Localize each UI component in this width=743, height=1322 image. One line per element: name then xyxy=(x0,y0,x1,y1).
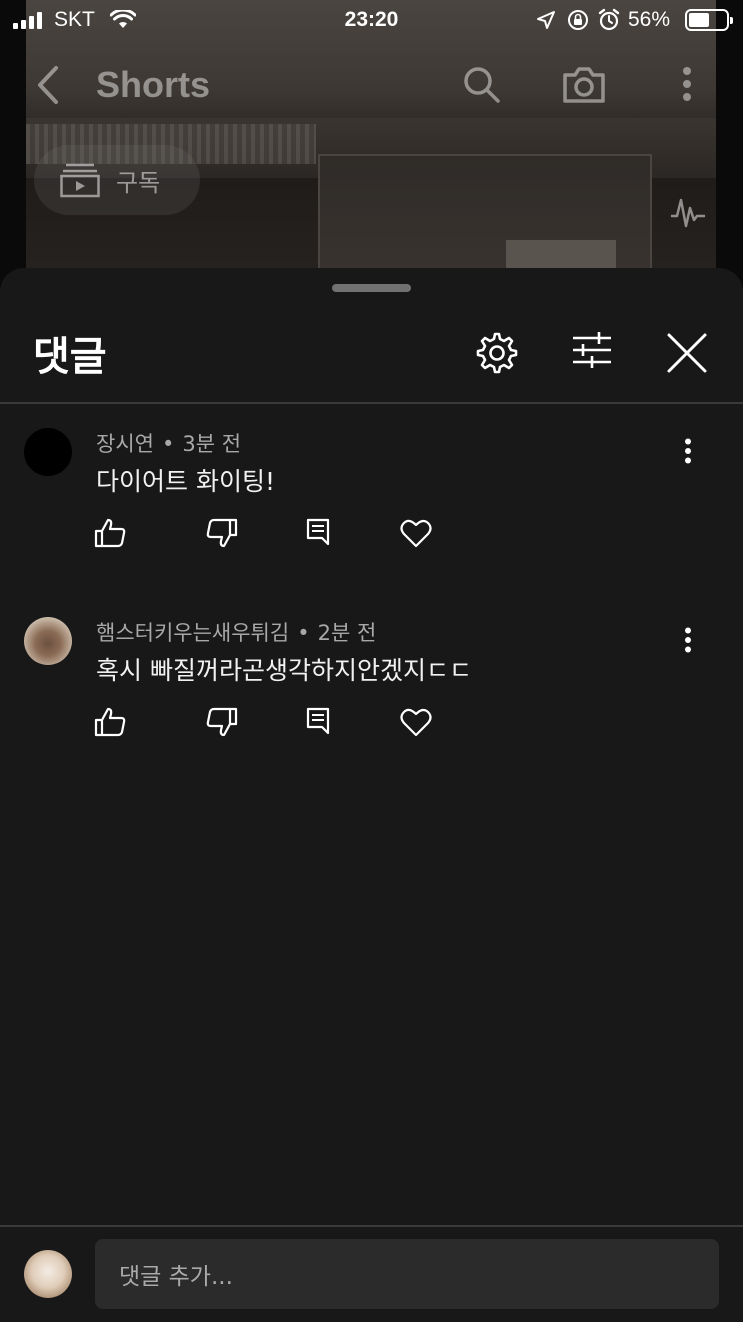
comment-meta: 햄스터키우는새우튀김 • 2분 전 xyxy=(96,621,377,645)
alarm-icon xyxy=(598,8,620,38)
back-chevron-icon[interactable] xyxy=(32,64,62,110)
drag-handle[interactable] xyxy=(332,284,411,292)
comment-more-icon[interactable] xyxy=(684,438,692,468)
battery-icon xyxy=(685,9,733,31)
heart-icon[interactable] xyxy=(400,518,432,552)
subscriptions-icon xyxy=(60,163,100,198)
comment-item: 햄스터키우는새우튀김 • 2분 전 혹시 빠질꺼라곤생각하지안겠지ㄷㄷ xyxy=(0,617,743,787)
subscribe-label: 구독 xyxy=(116,168,161,197)
reply-icon[interactable] xyxy=(306,518,330,550)
comment-item: 장시연 • 3분 전 다이어트 화이팅! xyxy=(0,428,743,598)
avatar[interactable] xyxy=(24,617,72,665)
video-title: Shorts xyxy=(96,64,211,105)
comment-text: 혹시 빠질꺼라곤생각하지안겠지ㄷㄷ xyxy=(96,656,472,685)
like-icon[interactable] xyxy=(94,518,126,552)
add-comment-input[interactable]: 댓글 추가... xyxy=(95,1239,719,1309)
comment-more-icon[interactable] xyxy=(684,627,692,657)
add-comment-placeholder: 댓글 추가... xyxy=(119,1264,233,1290)
comment-time: 2분 전 xyxy=(317,621,377,645)
battery-fill xyxy=(689,13,710,27)
more-vertical-icon[interactable] xyxy=(682,66,692,106)
camera-icon[interactable] xyxy=(561,65,607,109)
sort-filter-icon[interactable] xyxy=(570,330,614,374)
settings-gear-icon[interactable] xyxy=(474,330,520,380)
comment-time: 3분 전 xyxy=(182,432,242,456)
header-divider xyxy=(0,402,743,404)
comment-author[interactable]: 장시연 xyxy=(96,432,154,456)
sheet-title: 댓글 xyxy=(33,334,107,380)
heart-icon[interactable] xyxy=(400,707,432,741)
comment-text: 다이어트 화이팅! xyxy=(96,467,275,496)
comment-author[interactable]: 햄스터키우는새우튀김 xyxy=(96,621,289,645)
my-avatar xyxy=(24,1250,72,1298)
close-icon[interactable] xyxy=(666,332,708,378)
dislike-icon[interactable] xyxy=(206,707,238,741)
video-top-bar: Shorts xyxy=(0,56,743,116)
status-bar: SKT 23:20 56% xyxy=(0,0,743,42)
audio-pulse-icon[interactable] xyxy=(670,194,706,234)
footer-divider xyxy=(0,1225,743,1227)
comment-meta: 장시연 • 3분 전 xyxy=(96,432,242,456)
search-icon[interactable] xyxy=(462,65,502,109)
dislike-icon[interactable] xyxy=(206,518,238,552)
location-arrow-icon xyxy=(536,10,556,36)
avatar[interactable] xyxy=(24,428,72,476)
reply-icon[interactable] xyxy=(306,707,330,739)
like-icon[interactable] xyxy=(94,707,126,741)
comments-sheet: 댓글 장시연 • 3분 전 다이어트 화이팅! 햄스터키우는새우튀김 • 2분 … xyxy=(0,268,743,1322)
rotation-lock-icon xyxy=(567,9,589,37)
subscriptions-chip[interactable]: 구독 xyxy=(34,145,200,215)
battery-percent: 56% xyxy=(628,8,671,31)
